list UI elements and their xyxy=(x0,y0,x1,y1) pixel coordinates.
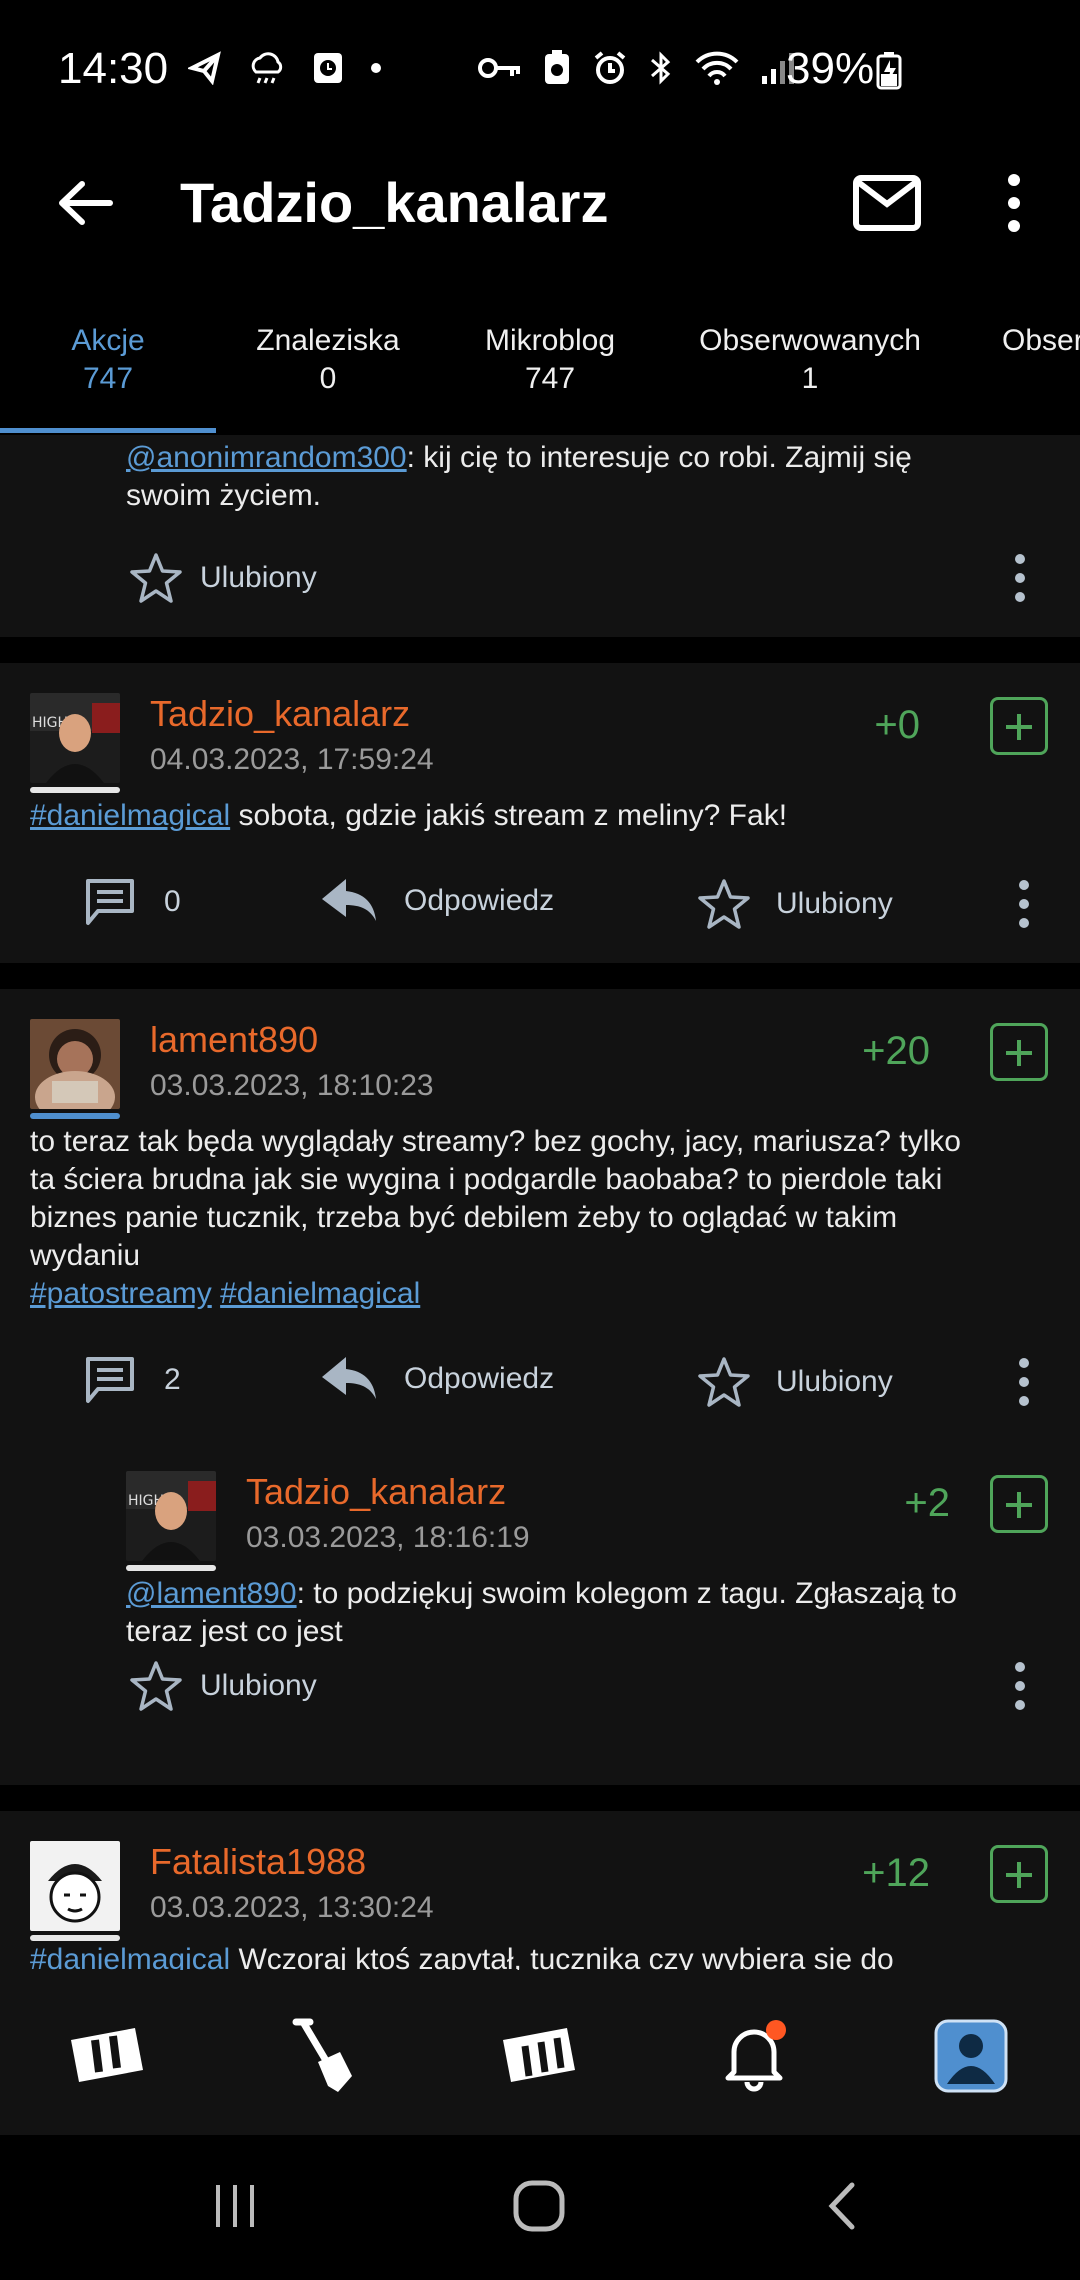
nav-notifications[interactable] xyxy=(710,2016,800,2096)
vote-score: +12 xyxy=(862,1851,930,1895)
upvote-button[interactable] xyxy=(990,1845,1048,1903)
tab-obserwujacych[interactable]: Obser xyxy=(1002,322,1080,360)
favorite-button[interactable]: Ulubiony xyxy=(696,877,893,931)
upvote-button[interactable] xyxy=(990,1023,1048,1081)
more-vertical-icon[interactable] xyxy=(1018,879,1030,929)
avatar[interactable]: HIGH xyxy=(126,1471,216,1561)
author-name[interactable]: Fatalista1988 xyxy=(150,1841,366,1883)
bluetooth-icon xyxy=(651,51,671,85)
vote-score: +2 xyxy=(904,1481,950,1525)
vote-score: +20 xyxy=(862,1029,930,1073)
more-vertical-icon[interactable] xyxy=(1000,172,1028,234)
post-text: to teraz tak będa wyglądały streamy? bez… xyxy=(30,1125,961,1310)
post-card: Fatalista1988 03.03.2023, 13:30:24 +12 #… xyxy=(0,1811,1080,1970)
wifi-icon xyxy=(695,51,739,85)
tag-link[interactable]: #danielmagical xyxy=(30,1943,230,1970)
comment-text: @lament890: to podziękuj swoim kolegom z… xyxy=(126,1577,957,1648)
recycle-icon xyxy=(545,50,569,84)
dot-icon xyxy=(371,63,381,73)
post-date: 03.03.2023, 13:30:24 xyxy=(150,1891,434,1924)
tab-znaleziska[interactable]: Znaleziska 0 xyxy=(238,322,418,398)
battery-percent: 39% xyxy=(786,44,875,93)
post-date: 03.03.2023, 18:10:23 xyxy=(150,1069,434,1102)
reply-icon xyxy=(322,1357,376,1399)
post-card: HIGH Tadzio_kanalarz 04.03.2023, 17:59:2… xyxy=(0,663,1080,963)
nav-home[interactable] xyxy=(62,2016,152,2096)
nav-shovel[interactable] xyxy=(278,2016,368,2096)
calendar-clock-icon xyxy=(314,53,342,83)
comment-icon xyxy=(86,1357,134,1403)
favorite-button[interactable]: Ulubiony xyxy=(696,1355,893,1409)
avatar[interactable] xyxy=(30,1841,120,1931)
feed: @anonimrandom300: kij cię to interesuje … xyxy=(0,435,1080,1970)
comment-card: @anonimrandom300: kij cię to interesuje … xyxy=(0,435,1080,637)
page-title: Tadzio_kanalarz xyxy=(180,171,609,234)
more-vertical-icon[interactable] xyxy=(1014,1661,1026,1711)
key-icon xyxy=(478,58,520,78)
status-bar: 14:30 39% xyxy=(0,0,1080,140)
favorite-button[interactable]: Ulubiony xyxy=(128,551,317,605)
avatar[interactable]: HIGH xyxy=(30,693,120,783)
comment-text: @anonimrandom300: kij cię to interesuje … xyxy=(126,441,912,512)
shovel-icon xyxy=(292,2018,352,2092)
nav-mikroblog[interactable] xyxy=(494,2016,584,2096)
app-bar: Tadzio_kanalarz xyxy=(0,140,1080,270)
nav-profile[interactable] xyxy=(926,2016,1016,2096)
reply-icon xyxy=(322,879,376,921)
post-text: #danielmagical sobota, gdzie jakiś strea… xyxy=(30,799,788,832)
comments-button[interactable]: 0 xyxy=(84,877,181,927)
comments-button[interactable]: 2 xyxy=(84,1355,181,1405)
bottom-navigation xyxy=(0,1970,1080,2135)
post-date: 04.03.2023, 17:59:24 xyxy=(150,743,434,776)
battery-charging-icon xyxy=(876,52,902,90)
post-text: #danielmagical Wczoraj ktoś zapytał, tuc… xyxy=(30,1941,1060,1970)
tab-indicator xyxy=(0,428,216,433)
more-vertical-icon[interactable] xyxy=(1014,553,1026,603)
comment-icon xyxy=(86,879,134,925)
star-icon xyxy=(698,1357,750,1407)
avatar-underline xyxy=(126,1565,216,1571)
alarm-icon xyxy=(594,51,626,84)
tag-link[interactable]: #danielmagical xyxy=(220,1277,420,1310)
recent-apps-icon[interactable] xyxy=(210,2181,260,2231)
reply-button[interactable]: Odpowiedz xyxy=(320,1355,554,1403)
tag-link[interactable]: #patostreamy xyxy=(30,1277,212,1310)
tab-akcje[interactable]: Akcje 747 xyxy=(0,322,216,398)
upvote-button[interactable] xyxy=(990,1475,1048,1533)
more-vertical-icon[interactable] xyxy=(1018,1357,1030,1407)
mention-link[interactable]: @lament890 xyxy=(126,1577,297,1610)
tab-obserwowanych[interactable]: Obserwowanych 1 xyxy=(686,322,934,398)
post-date: 03.03.2023, 18:16:19 xyxy=(246,1521,530,1554)
mikroblog-m-icon xyxy=(503,2028,575,2082)
mention-link[interactable]: @anonimrandom300 xyxy=(126,441,407,474)
post-card: lament890 03.03.2023, 18:10:23 +20 to te… xyxy=(0,989,1080,1785)
star-icon xyxy=(130,553,182,603)
status-time: 14:30 xyxy=(58,44,169,93)
profile-tabs: Akcje 747 Znaleziska 0 Mikroblog 747 Obs… xyxy=(0,270,1080,435)
reply-button[interactable]: Odpowiedz xyxy=(320,877,554,925)
weather-icon xyxy=(251,52,283,84)
send-icon xyxy=(188,51,221,85)
avatar-underline xyxy=(30,1113,120,1119)
bell-icon xyxy=(725,2020,786,2092)
vote-score: +0 xyxy=(874,703,920,747)
star-icon xyxy=(698,879,750,929)
home-w-icon xyxy=(71,2028,143,2082)
author-name[interactable]: lament890 xyxy=(150,1019,318,1061)
avatar[interactable] xyxy=(30,1019,120,1109)
profile-icon xyxy=(934,2019,1008,2093)
tab-mikroblog[interactable]: Mikroblog 747 xyxy=(460,322,640,398)
home-button-icon[interactable] xyxy=(512,2179,566,2233)
favorite-button[interactable]: Ulubiony xyxy=(128,1659,317,1713)
avatar-underline xyxy=(30,787,120,793)
mail-icon[interactable] xyxy=(852,172,922,234)
author-name[interactable]: Tadzio_kanalarz xyxy=(246,1471,506,1513)
author-name[interactable]: Tadzio_kanalarz xyxy=(150,693,410,735)
system-navigation-bar xyxy=(0,2135,1080,2280)
tag-link[interactable]: #danielmagical xyxy=(30,799,230,832)
upvote-button[interactable] xyxy=(990,697,1048,755)
back-arrow-icon[interactable] xyxy=(54,172,116,234)
system-back-icon[interactable] xyxy=(822,2179,862,2233)
star-icon xyxy=(130,1661,182,1711)
